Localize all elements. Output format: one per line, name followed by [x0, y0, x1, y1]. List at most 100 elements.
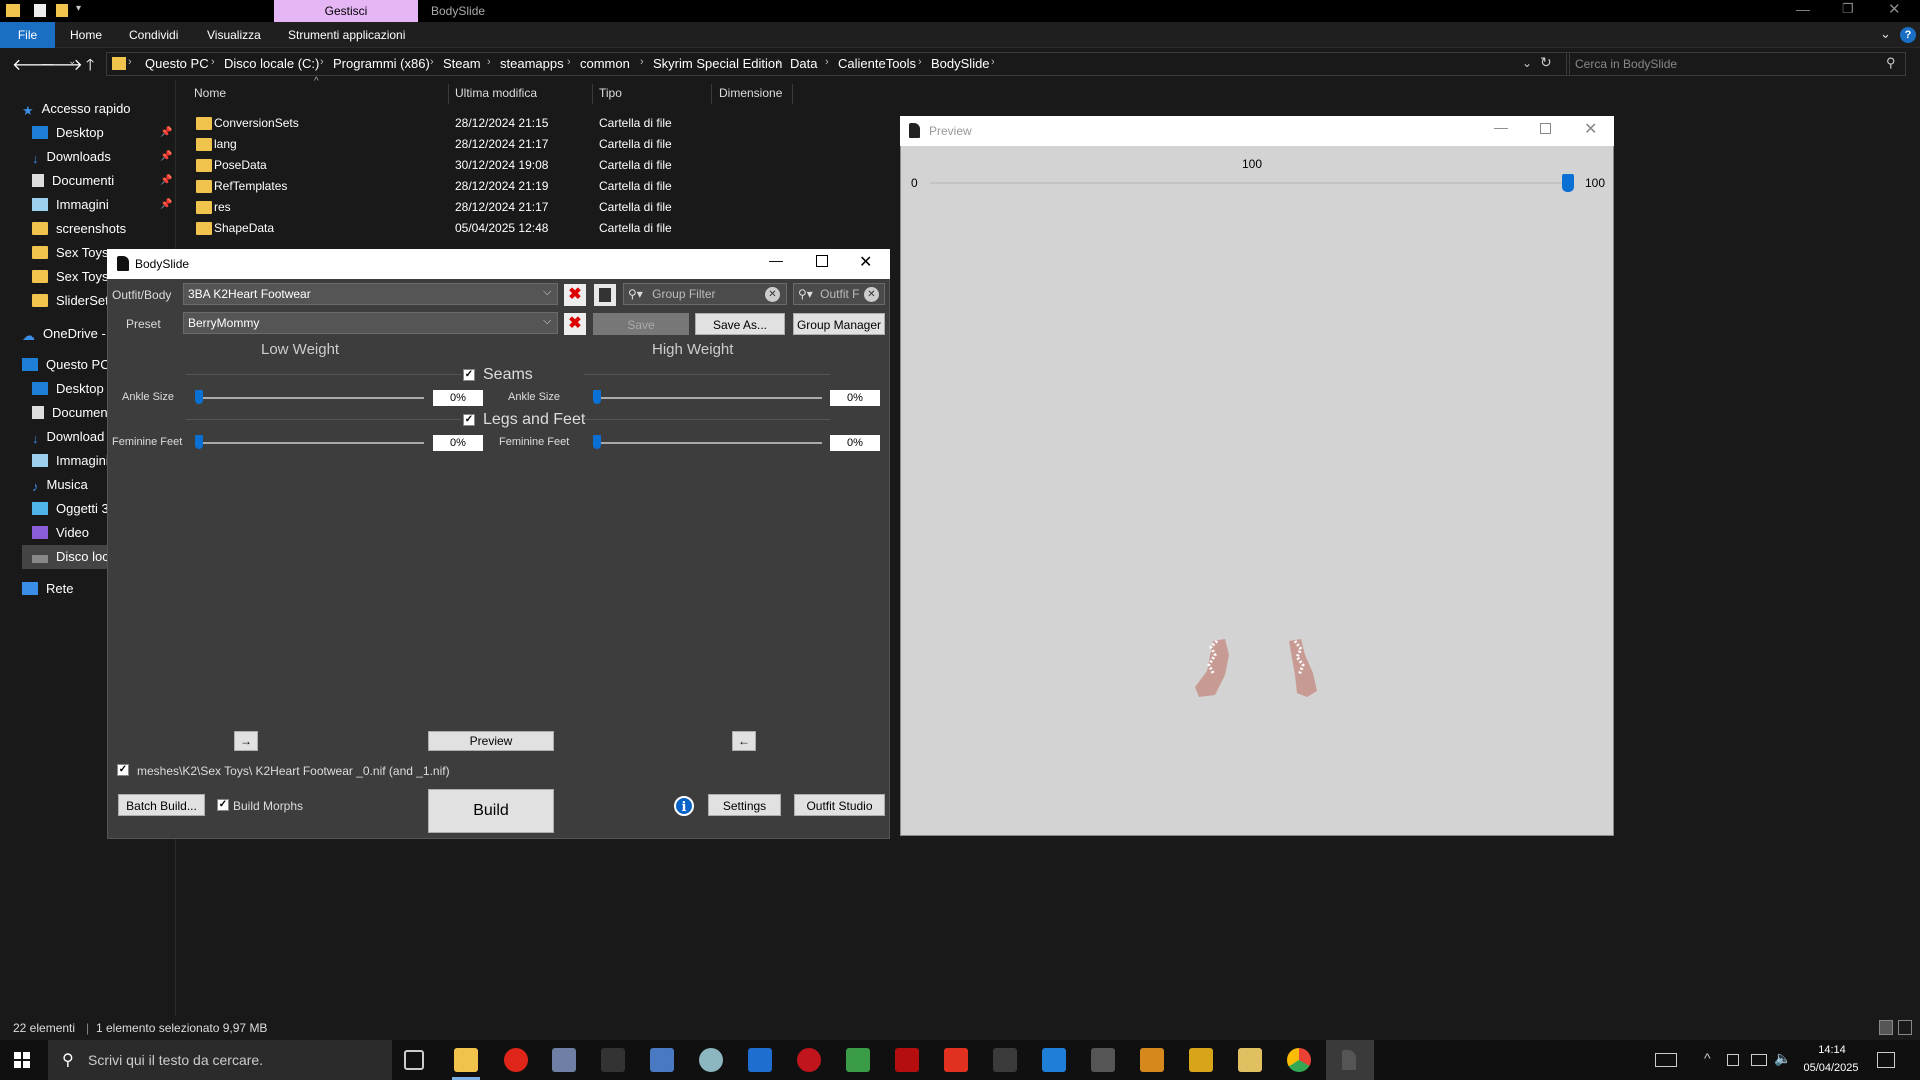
weight-slider-thumb[interactable]: [1562, 174, 1574, 192]
column-divider[interactable]: [448, 84, 449, 104]
feminine-feet-high-value[interactable]: 0%: [830, 435, 880, 451]
minimize-icon[interactable]: —: [1494, 119, 1508, 135]
breadcrumb-item[interactable]: Data: [790, 56, 817, 71]
msi-afterburner-icon[interactable]: [601, 1048, 625, 1072]
breadcrumb-item[interactable]: Skyrim Special Edition: [653, 56, 782, 71]
taskbar-time[interactable]: 14:14: [1802, 1044, 1862, 1056]
tab-share[interactable]: Condividi: [129, 22, 178, 48]
chevron-up-icon[interactable]: ^: [1704, 1050, 1711, 1066]
breadcrumb-item[interactable]: BodySlide: [931, 56, 990, 71]
app-icon[interactable]: [699, 1048, 723, 1072]
clear-filter-icon[interactable]: ✕: [765, 287, 780, 302]
nav-documents[interactable]: Documenti: [32, 169, 114, 193]
bodyslide-active-taskbar-item[interactable]: [1326, 1040, 1374, 1080]
meet-now-icon[interactable]: [1727, 1054, 1739, 1066]
quick-access-dropdown-icon[interactable]: ▾: [76, 3, 81, 14]
ankle-size-low-slider[interactable]: [195, 390, 203, 404]
feminine-feet-high-track[interactable]: [594, 442, 822, 444]
new-folder-icon[interactable]: [56, 4, 68, 17]
close-icon[interactable]: ✕: [1888, 0, 1901, 18]
nav-pc-video[interactable]: Video: [32, 521, 89, 545]
notifications-icon[interactable]: [1877, 1052, 1895, 1068]
help-icon[interactable]: ?: [1900, 27, 1916, 43]
preview-button[interactable]: Preview: [428, 731, 554, 751]
chrome-icon[interactable]: [1287, 1048, 1311, 1072]
ankle-size-high-track[interactable]: [594, 397, 822, 399]
breadcrumb-item[interactable]: CalienteTools: [838, 56, 916, 71]
copy-right-button[interactable]: →: [234, 731, 258, 751]
refresh-icon[interactable]: ↻: [1540, 54, 1552, 71]
nav-pictures[interactable]: Immagini: [32, 193, 109, 217]
minimize-icon[interactable]: —: [769, 252, 783, 268]
chevron-down-icon[interactable]: ⌵: [543, 286, 551, 299]
clear-filter-icon[interactable]: ✕: [864, 287, 879, 302]
nav-pc-downloads[interactable]: ↓ Download: [32, 425, 104, 449]
nav-sex-toys[interactable]: Sex Toys: [32, 241, 109, 265]
feet-mesh-preview[interactable]: [1185, 635, 1335, 705]
breadcrumb-item[interactable]: common: [580, 56, 630, 71]
ribbon-expand-icon[interactable]: ⌄: [1880, 26, 1891, 42]
maximize-icon[interactable]: [1540, 123, 1551, 134]
feminine-feet-low-value[interactable]: 0%: [433, 435, 483, 451]
outfit-studio-button[interactable]: Outfit Studio: [794, 794, 885, 816]
nav-pc-desktop[interactable]: Desktop: [32, 377, 104, 401]
ankle-size-high-value[interactable]: 0%: [830, 390, 880, 406]
notepad-plus-plus-icon[interactable]: [846, 1048, 870, 1072]
nav-slidersets[interactable]: SliderSets: [32, 289, 115, 313]
column-header-modified[interactable]: Ultima modifica: [455, 86, 537, 100]
app-icon[interactable]: [552, 1048, 576, 1072]
app-icon[interactable]: [1189, 1048, 1213, 1072]
ankle-size-low-track[interactable]: [196, 397, 424, 399]
batch-build-button[interactable]: Batch Build...: [118, 794, 205, 816]
ankle-size-low-value[interactable]: 0%: [433, 390, 483, 406]
breadcrumb-item[interactable]: steamapps: [500, 56, 564, 71]
file-explorer-taskbar-icon[interactable]: [454, 1048, 478, 1072]
nav-screenshots[interactable]: screenshots: [32, 217, 126, 241]
nav-network[interactable]: Rete: [22, 577, 73, 601]
taskbar-search-box[interactable]: ⚲ Scrivi qui il testo da cercare.: [48, 1040, 392, 1080]
details-view-icon[interactable]: [1879, 1020, 1893, 1035]
opera-icon[interactable]: [504, 1048, 528, 1072]
maximize-icon[interactable]: [816, 255, 828, 267]
delete-preset-button[interactable]: ✖: [564, 313, 586, 335]
properties-icon[interactable]: [34, 4, 46, 17]
app-icon[interactable]: [1091, 1048, 1115, 1072]
save-as-button[interactable]: Save As...: [695, 313, 785, 335]
app-icon[interactable]: [748, 1048, 772, 1072]
app-icon[interactable]: [797, 1048, 821, 1072]
nav-pc-3d-objects[interactable]: Oggetti 3D: [32, 497, 118, 521]
nav-this-pc[interactable]: Questo PC: [22, 353, 110, 377]
legs-feet-group-checkbox[interactable]: ✓: [463, 414, 475, 426]
column-header-type[interactable]: Tipo: [599, 86, 622, 100]
nav-quick-access[interactable]: ★ Accesso rapido: [22, 97, 131, 121]
info-icon[interactable]: i: [674, 796, 694, 816]
save-button[interactable]: Save: [593, 313, 689, 335]
up-icon[interactable]: 🡑: [86, 54, 94, 81]
volume-icon[interactable]: 🔈: [1774, 1050, 1791, 1067]
group-manager-button[interactable]: Group Manager: [793, 313, 885, 335]
breadcrumb-item[interactable]: Questo PC: [145, 56, 209, 71]
copy-left-button[interactable]: ←: [732, 731, 756, 751]
outfit-filter-mode-button[interactable]: [594, 284, 616, 306]
app-icon[interactable]: [1140, 1048, 1164, 1072]
recent-dropdown-icon[interactable]: ⌄: [68, 56, 76, 67]
build-button[interactable]: Build: [428, 789, 554, 833]
ribbon-context-tab[interactable]: Gestisci: [274, 0, 418, 22]
close-icon[interactable]: ✕: [1584, 119, 1597, 139]
column-divider[interactable]: [711, 84, 712, 104]
feminine-feet-low-track[interactable]: [196, 442, 424, 444]
nav-downloads[interactable]: ↓ Downloads: [32, 145, 111, 169]
app-icon[interactable]: [650, 1048, 674, 1072]
task-view-icon[interactable]: [404, 1050, 424, 1070]
column-divider[interactable]: [592, 84, 593, 104]
nav-desktop[interactable]: Desktop: [32, 121, 104, 145]
breadcrumb-item[interactable]: Disco locale (C:): [224, 56, 319, 71]
breadcrumb-item[interactable]: Programmi (x86): [333, 56, 430, 71]
app-icon[interactable]: [1238, 1048, 1262, 1072]
nav-sex-toys-2[interactable]: Sex Toys: [32, 265, 109, 289]
settings-button[interactable]: Settings: [708, 794, 781, 816]
clear-outfit-button[interactable]: ✖: [564, 284, 586, 306]
windows-start-icon[interactable]: [14, 1052, 30, 1068]
nav-pc-pictures[interactable]: Immagini: [32, 449, 109, 473]
forward-icon[interactable]: 🡒: [40, 54, 83, 75]
